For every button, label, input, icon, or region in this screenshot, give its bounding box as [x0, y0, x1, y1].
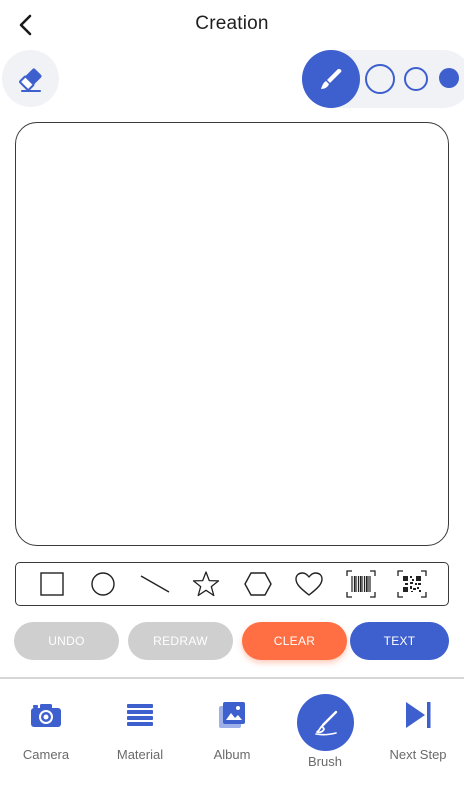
star-icon: [193, 571, 220, 597]
brush-size-medium[interactable]: [404, 67, 428, 91]
nav-next-step-label: Next Step: [389, 747, 447, 762]
top-bar: Creation: [0, 0, 464, 48]
shape-star-button[interactable]: [188, 566, 224, 602]
camera-icon: [31, 704, 61, 727]
nav-material-label: Material: [116, 747, 164, 762]
eraser-button[interactable]: [2, 50, 59, 107]
brush-size-large[interactable]: [365, 64, 395, 94]
drawing-canvas[interactable]: [15, 122, 449, 546]
nav-next-step[interactable]: Next Step: [372, 693, 464, 773]
album-icon: [219, 702, 245, 728]
heart-icon: [295, 572, 323, 596]
text-button[interactable]: TEXT: [350, 622, 449, 660]
hexagon-icon: [244, 572, 272, 596]
clear-button[interactable]: CLEAR: [242, 622, 347, 660]
page-title: Creation: [195, 13, 269, 34]
shape-hexagon-button[interactable]: [240, 566, 276, 602]
shape-qrcode-button[interactable]: [394, 566, 430, 602]
brush-tool-button[interactable]: [302, 50, 360, 108]
undo-button[interactable]: UNDO: [14, 622, 119, 660]
nav-album-label: Album: [213, 747, 251, 762]
qr-code-icon: [397, 570, 427, 598]
barcode-icon: [346, 570, 376, 598]
shape-heart-button[interactable]: [291, 566, 327, 602]
square-icon: [40, 572, 64, 596]
shape-square-button[interactable]: [34, 566, 70, 602]
nav-camera[interactable]: Camera: [0, 693, 92, 773]
nav-brush-label: Brush: [308, 754, 342, 769]
brush-size-small[interactable]: [439, 68, 459, 88]
shape-barcode-button[interactable]: [343, 566, 379, 602]
layers-icon: [127, 704, 153, 726]
next-step-icon: [406, 702, 431, 728]
eraser-icon: [18, 68, 41, 92]
nav-material[interactable]: Material: [94, 693, 186, 773]
redraw-button[interactable]: REDRAW: [128, 622, 233, 660]
brush-icon: [321, 69, 342, 89]
shape-circle-button[interactable]: [85, 566, 121, 602]
shapes-toolbar: [15, 562, 449, 606]
nav-album[interactable]: Album: [186, 693, 278, 773]
shape-line-button[interactable]: [137, 566, 173, 602]
line-icon: [140, 575, 170, 593]
nav-camera-label: Camera: [22, 747, 70, 762]
nav-brush[interactable]: Brush: [279, 693, 371, 773]
bottom-nav-divider: [0, 677, 464, 679]
circle-icon: [91, 572, 115, 596]
